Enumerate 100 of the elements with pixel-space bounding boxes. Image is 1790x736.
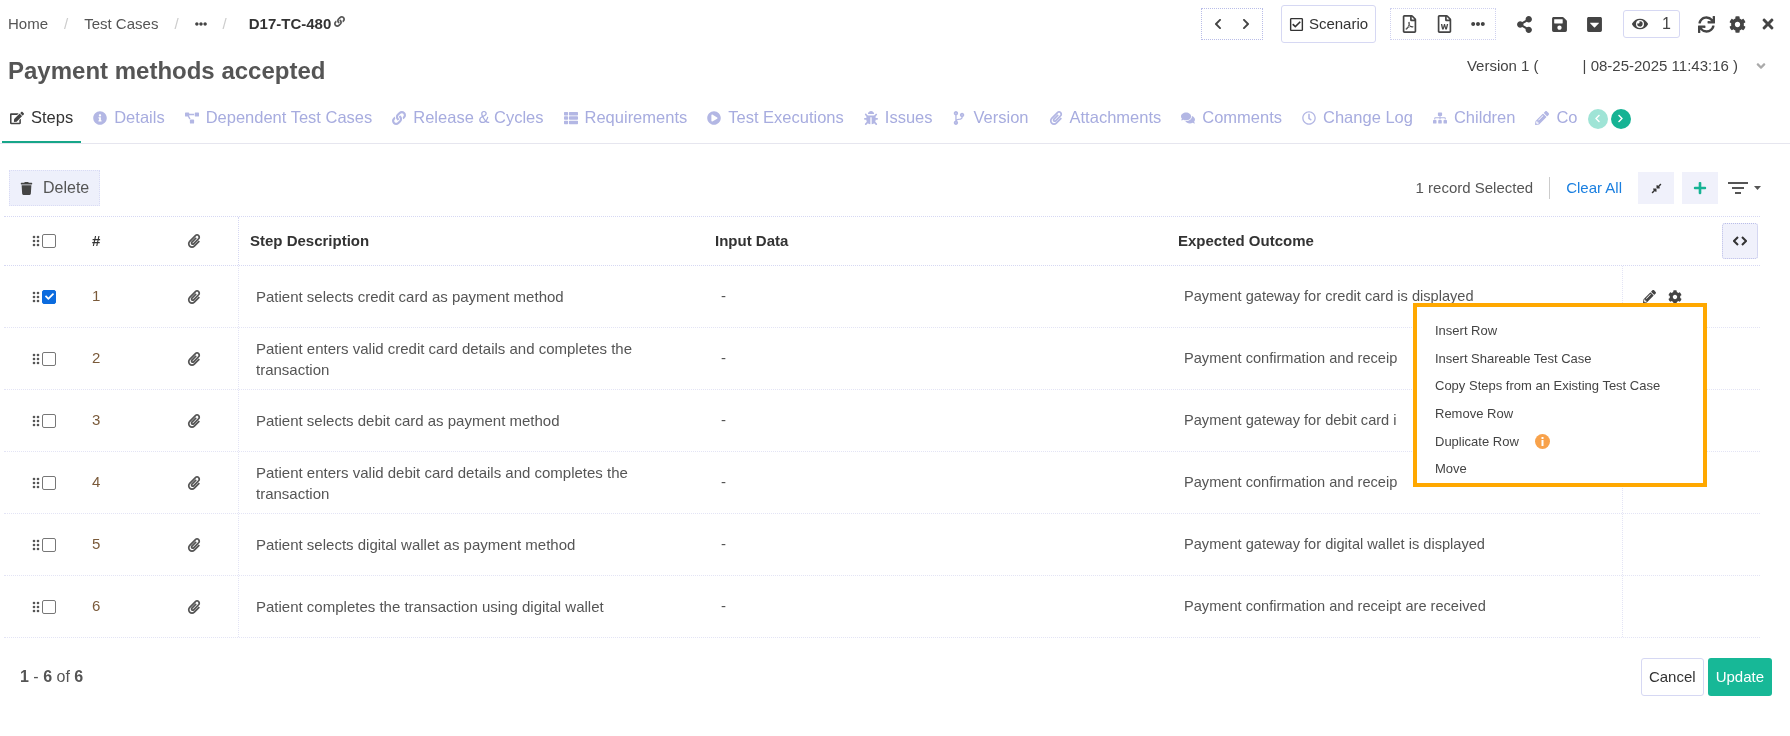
paperclip-icon[interactable] bbox=[186, 413, 201, 428]
table-cell-text: Patient enters valid debit card details and completes the transaction bbox=[255, 462, 629, 504]
row-number: 6 bbox=[91, 596, 102, 617]
checkbox[interactable] bbox=[42, 475, 56, 490]
trash-icon bbox=[20, 181, 33, 195]
diagram-icon bbox=[184, 110, 199, 125]
tab[interactable]: Issues bbox=[855, 94, 941, 143]
tab[interactable]: Version bbox=[944, 94, 1037, 143]
menu-item[interactable]: Remove Row bbox=[1435, 404, 1514, 424]
checkbox[interactable] bbox=[42, 351, 56, 366]
breadcrumb-separator: / bbox=[63, 13, 70, 34]
link-icon[interactable] bbox=[334, 15, 346, 27]
update-button[interactable]: Update bbox=[1707, 658, 1772, 696]
scroll-right-button[interactable] bbox=[1610, 108, 1631, 129]
pencil-icon[interactable] bbox=[1643, 290, 1656, 303]
table-cell-text: Payment confirmation and receip bbox=[1184, 472, 1398, 492]
eye-icon bbox=[1632, 16, 1649, 32]
tab[interactable]: Release & Cycles bbox=[384, 94, 552, 143]
drag-handle-icon[interactable] bbox=[32, 414, 40, 427]
close-icon[interactable] bbox=[1760, 16, 1776, 32]
row-number: 5 bbox=[91, 534, 102, 555]
checkbox[interactable] bbox=[42, 413, 56, 428]
watchers-button[interactable]: 1 bbox=[1623, 10, 1680, 38]
menu-item[interactable]: Insert Row bbox=[1435, 321, 1498, 341]
tab[interactable]: Requirements bbox=[555, 94, 696, 143]
menu-item[interactable]: Copy Steps from an Existing Test Case bbox=[1435, 376, 1661, 396]
info-icon bbox=[93, 110, 108, 125]
share-icon[interactable] bbox=[1516, 15, 1534, 33]
clock-icon bbox=[1302, 110, 1317, 125]
paperclip-icon[interactable] bbox=[186, 537, 201, 552]
tab[interactable]: Co bbox=[1527, 94, 1586, 143]
tab[interactable]: Dependent Test Cases bbox=[176, 94, 381, 143]
settings-icon[interactable] bbox=[1668, 289, 1682, 304]
tab[interactable]: Comments bbox=[1173, 94, 1291, 143]
table-cell-text: - bbox=[720, 534, 727, 555]
row-number: 3 bbox=[91, 410, 102, 431]
tab[interactable]: Details bbox=[85, 94, 173, 143]
drag-handle-icon[interactable] bbox=[32, 235, 40, 247]
dropdown-icon[interactable] bbox=[1586, 15, 1604, 33]
collapse-button[interactable] bbox=[1638, 172, 1674, 204]
code-button[interactable] bbox=[1722, 223, 1758, 259]
settings-icon[interactable] bbox=[1729, 15, 1746, 33]
table-cell-text: - bbox=[720, 596, 727, 617]
drag-handle-icon[interactable] bbox=[32, 352, 40, 365]
pencil-icon bbox=[1535, 110, 1550, 125]
tab[interactable]: Children bbox=[1424, 94, 1524, 143]
table-cell-text: Payment gateway for digital wallet is displayed bbox=[1184, 534, 1485, 554]
table-cell-text: Patient enters valid credit card details and completes the transaction bbox=[255, 338, 634, 380]
table-cell-text: Payment confirmation and receip bbox=[1184, 348, 1398, 368]
play-icon bbox=[707, 110, 722, 125]
scenario-button[interactable]: Scenario bbox=[1280, 5, 1377, 43]
checkbox[interactable] bbox=[42, 289, 56, 304]
drag-handle-icon[interactable] bbox=[32, 476, 40, 489]
code-icon bbox=[1733, 236, 1747, 246]
table-cell-text: Patient completes the transaction using digital wallet bbox=[255, 597, 605, 617]
chevron-left-icon bbox=[1593, 114, 1602, 123]
menu-item[interactable]: Move bbox=[1435, 459, 1467, 479]
filter-icon[interactable] bbox=[1728, 181, 1762, 195]
checkbox-icon bbox=[1288, 16, 1304, 32]
checkbox[interactable] bbox=[42, 234, 56, 248]
table-cell-text: - bbox=[720, 286, 727, 307]
row-number: 2 bbox=[91, 348, 102, 369]
link-icon bbox=[392, 110, 407, 125]
sitemap-icon bbox=[1432, 110, 1447, 125]
clear-all-link[interactable]: Clear All bbox=[1566, 176, 1622, 200]
comments-icon bbox=[1181, 110, 1196, 125]
word-file-icon[interactable] bbox=[1436, 15, 1454, 33]
tab[interactable]: Change Log bbox=[1294, 94, 1421, 143]
paperclip-icon[interactable] bbox=[186, 475, 201, 490]
column-header: Expected Outcome bbox=[1177, 230, 1315, 251]
table-cell-text: Payment gateway for credit card is displayed bbox=[1184, 286, 1474, 306]
paperclip-icon[interactable] bbox=[186, 351, 201, 366]
tab[interactable]: Steps bbox=[2, 94, 82, 143]
pagination-summary: 1 - 6 of 6 bbox=[20, 667, 84, 687]
breadcrumb-link[interactable]: Test Cases bbox=[84, 12, 159, 36]
save-icon[interactable] bbox=[1551, 15, 1569, 33]
menu-item[interactable]: Duplicate Row bbox=[1435, 431, 1519, 452]
checkbox[interactable] bbox=[42, 599, 56, 614]
refresh-icon[interactable] bbox=[1698, 15, 1715, 33]
selection-count: 1 record Selected bbox=[1415, 176, 1551, 200]
paperclip-icon[interactable] bbox=[186, 599, 201, 614]
drag-handle-icon[interactable] bbox=[32, 290, 40, 303]
compress-icon bbox=[1650, 182, 1662, 194]
version-label: Version 1 ( bbox=[1466, 55, 1539, 76]
tab[interactable]: Attachments bbox=[1040, 94, 1170, 143]
bug-icon bbox=[863, 110, 878, 125]
drag-handle-icon[interactable] bbox=[32, 538, 40, 551]
drag-handle-icon[interactable] bbox=[32, 600, 40, 613]
chevron-right-icon bbox=[1616, 114, 1625, 123]
delete-button[interactable]: Delete bbox=[9, 170, 101, 206]
cancel-button[interactable]: Cancel bbox=[1640, 658, 1704, 696]
checkbox[interactable] bbox=[42, 537, 56, 552]
menu-item[interactable]: Insert Shareable Test Case bbox=[1435, 348, 1592, 369]
column-header: Input Data bbox=[714, 230, 790, 251]
tab[interactable]: Test Executions bbox=[699, 94, 852, 143]
table-cell-text: Patient selects digital wallet as payment method bbox=[255, 535, 577, 555]
breadcrumb-separator: / bbox=[173, 13, 180, 34]
paperclip-icon[interactable] bbox=[186, 289, 201, 304]
breadcrumb-link[interactable]: Home bbox=[8, 12, 48, 36]
pdf-file-icon[interactable] bbox=[1401, 15, 1419, 33]
